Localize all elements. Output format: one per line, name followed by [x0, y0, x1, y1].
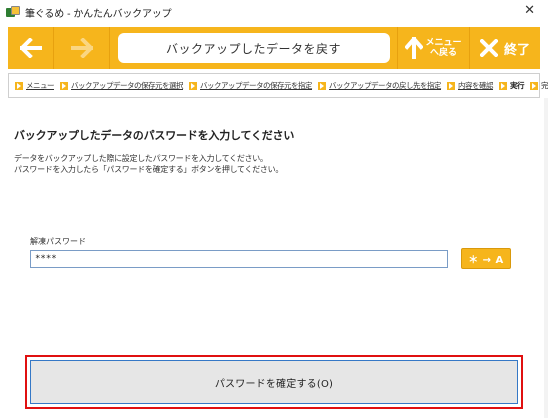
step-marker-icon [499, 81, 507, 90]
close-icon[interactable]: ✕ [524, 3, 535, 19]
menu-label: メニュー へ戻る [425, 38, 462, 58]
return-to-menu-button[interactable]: メニュー へ戻る [398, 27, 470, 69]
password-label: 解凍パスワード [30, 237, 86, 246]
highlight-frame: パスワードを確定する(O) [25, 355, 523, 409]
step-marker-icon [189, 81, 197, 90]
step-marker-icon [15, 81, 23, 90]
toolbar: バックアップしたデータを戻す メニュー へ戻る 終了 [8, 27, 540, 69]
exit-label: 終了 [503, 42, 530, 58]
close-x-icon [479, 39, 498, 57]
breadcrumb: メニュー バックアップデータの保存元を選択 バックアップデータの保存元を指定 バ… [8, 73, 548, 98]
instruction-line: データをバックアップした際に設定したパスワードを入力してください。 [14, 154, 268, 163]
confirm-password-button[interactable]: パスワードを確定する(O) [30, 360, 518, 404]
app-icon [6, 6, 20, 18]
forward-button[interactable] [54, 27, 110, 69]
title-bar: 筆ぐるめ - かんたんバックアップ ✕ [0, 0, 548, 24]
step-marker-icon [447, 81, 455, 90]
step-marker-icon [530, 81, 538, 90]
arrow-right-icon [70, 38, 93, 58]
breadcrumb-step-specify-source[interactable]: バックアップデータの保存元を指定 [189, 80, 313, 91]
step-marker-icon [318, 81, 326, 90]
breadcrumb-step-menu[interactable]: メニュー [15, 80, 55, 91]
page-heading: バックアップしたデータのパスワードを入力してください [14, 129, 295, 142]
window-edge [544, 98, 548, 418]
breadcrumb-step-specify-destination[interactable]: バックアップデータの戻し先を指定 [318, 80, 442, 91]
instructions: データをバックアップした際に設定したパスワードを入力してください。 パスワードを… [14, 153, 283, 175]
window-title: 筆ぐるめ - かんたんバックアップ [25, 8, 172, 20]
arrow-up-icon [405, 37, 424, 59]
breadcrumb-step-confirm[interactable]: 内容を確認 [447, 80, 494, 91]
step-marker-icon [60, 81, 68, 90]
breadcrumb-step-select-source[interactable]: バックアップデータの保存元を選択 [60, 80, 184, 91]
back-button[interactable] [8, 27, 54, 69]
exit-button[interactable]: 終了 [470, 27, 540, 69]
breadcrumb-step-execute: 実行 [499, 80, 525, 91]
breadcrumb-step-complete: 完了 [530, 80, 548, 91]
instruction-line: パスワードを入力したら「パスワードを確定する」ボタンを押してください。 [14, 165, 284, 174]
toolbar-title-area: バックアップしたデータを戻す [110, 27, 398, 69]
arrow-left-icon [19, 38, 42, 58]
show-password-button[interactable]: ＊ → A [461, 248, 511, 269]
password-input[interactable]: **** [30, 250, 448, 268]
toolbar-title: バックアップしたデータを戻す [117, 33, 390, 63]
